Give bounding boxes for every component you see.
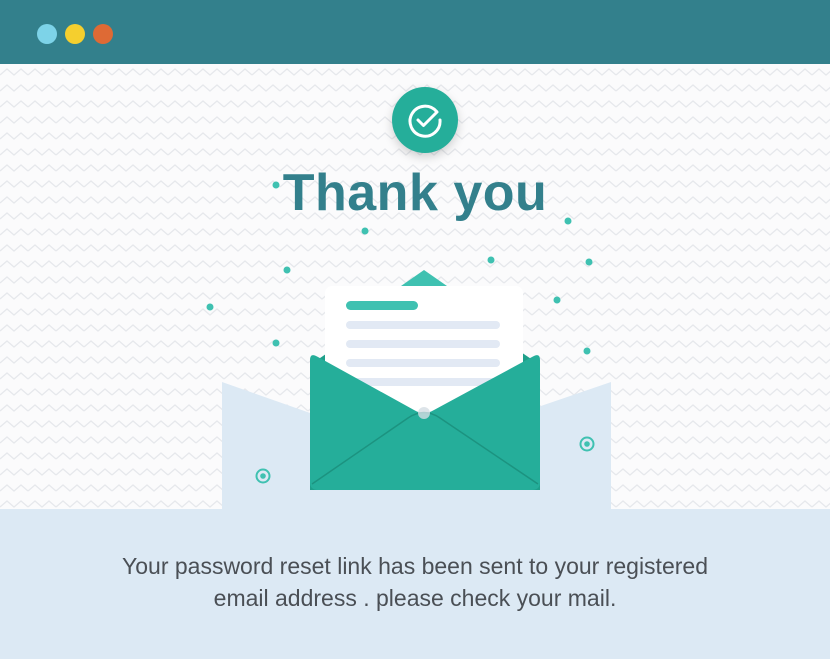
message-line-2: email address . please check your mail. bbox=[213, 585, 617, 611]
page-title: Thank you bbox=[282, 164, 548, 222]
confirmation-message: Your password reset link has been sent t… bbox=[75, 550, 755, 614]
confirmation-window: Thank you Your password reset link has b… bbox=[0, 0, 830, 659]
check-circle-icon bbox=[392, 87, 458, 153]
message-line-1: Your password reset link has been sent t… bbox=[122, 553, 708, 579]
